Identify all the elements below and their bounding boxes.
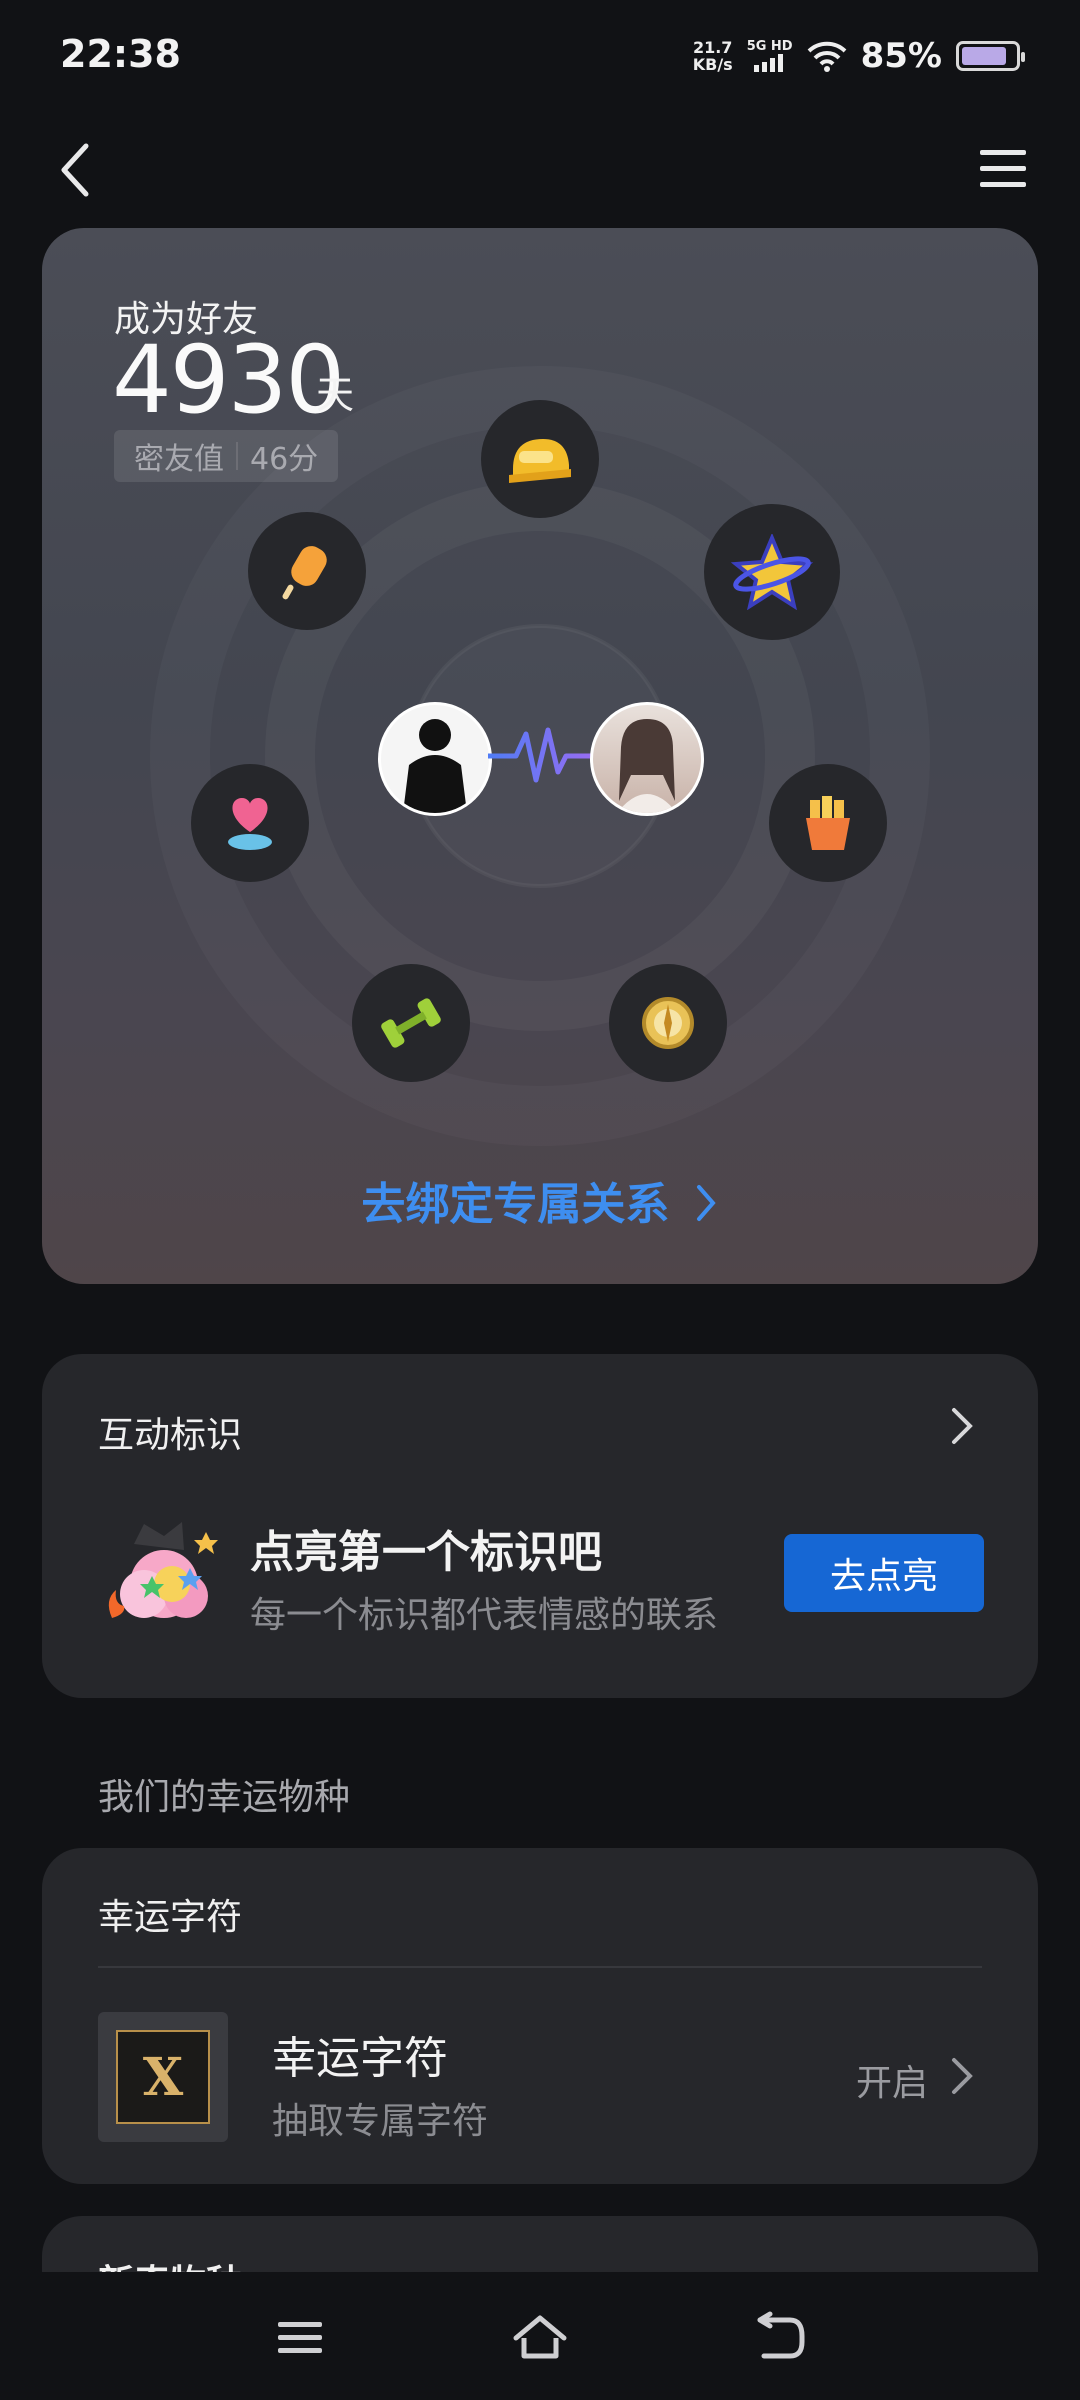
star-planet-badge[interactable] bbox=[704, 504, 840, 640]
status-time: 22:38 bbox=[60, 32, 181, 76]
helmet-badge[interactable] bbox=[481, 400, 599, 518]
star-planet-icon bbox=[730, 534, 814, 610]
divider bbox=[98, 1966, 982, 1968]
intimacy-score: 密友值 46分 bbox=[114, 430, 339, 482]
friend-avatar[interactable] bbox=[590, 702, 704, 816]
bind-relationship-link[interactable]: 去绑定专属关系 bbox=[42, 1168, 1038, 1232]
popsicle-badge[interactable] bbox=[248, 512, 366, 630]
battery-percent: 85% bbox=[860, 36, 942, 76]
charm-frame: X bbox=[116, 2030, 210, 2124]
friend-days-count: 4930 bbox=[112, 326, 345, 435]
back-nav-icon[interactable] bbox=[750, 2310, 810, 2366]
wifi-icon bbox=[807, 41, 846, 72]
interaction-title: 互动标识 bbox=[98, 1415, 243, 1456]
fries-badge[interactable] bbox=[769, 764, 887, 882]
mascot-illustration-icon bbox=[108, 1522, 218, 1618]
charm-letter: X bbox=[142, 2046, 184, 2108]
status-bar: 22:38 21.7 KB/s 5G HD 85% bbox=[0, 0, 1080, 110]
compass-badge[interactable] bbox=[609, 964, 727, 1082]
light-up-button[interactable]: 去点亮 bbox=[784, 1534, 984, 1612]
popsicle-icon bbox=[282, 546, 327, 600]
system-nav-bar bbox=[0, 2272, 1080, 2400]
fries-icon bbox=[806, 796, 850, 850]
silhouette-icon bbox=[403, 719, 467, 813]
cellular-signal-icon: 5G HD bbox=[747, 40, 793, 72]
back-arrow-icon[interactable] bbox=[52, 140, 102, 200]
my-avatar[interactable] bbox=[378, 702, 492, 816]
heartbeat-line-icon bbox=[488, 727, 596, 783]
lucky-charm-title: 幸运字符 bbox=[98, 1897, 243, 1938]
chevron-right-icon[interactable] bbox=[948, 1406, 976, 1446]
top-bar bbox=[0, 130, 1080, 210]
lucky-charm-name: 幸运字符 bbox=[272, 2033, 448, 2084]
status-icons: 21.7 KB/s 5G HD 85% bbox=[692, 36, 1025, 76]
chevron-right-icon[interactable] bbox=[948, 2056, 976, 2096]
lucky-section-label: 我们的幸运物种 bbox=[98, 1777, 351, 1818]
lucky-charm-card: 幸运字符 X 幸运字符 抽取专属字符 开启 bbox=[42, 1848, 1038, 2184]
home-icon[interactable] bbox=[510, 2310, 570, 2366]
heart-trophy-badge[interactable] bbox=[191, 764, 309, 882]
friend-days-unit: 天 bbox=[316, 373, 355, 417]
network-speed: 21.7 KB/s bbox=[692, 38, 733, 74]
interaction-headline: 点亮第一个标识吧 bbox=[250, 1527, 602, 1578]
lucky-charm-thumbnail: X bbox=[98, 2012, 228, 2142]
lucky-charm-subtitle: 抽取专属字符 bbox=[272, 2101, 489, 2142]
heart-trophy-icon bbox=[228, 798, 272, 850]
friendship-card: 成为好友 4930 天 密友值 46分 去绑定专属关系 bbox=[42, 228, 1038, 1284]
friend-photo bbox=[617, 719, 677, 813]
helmet-icon bbox=[509, 439, 571, 483]
chevron-right-icon bbox=[696, 1185, 716, 1221]
dumbbell-icon bbox=[381, 998, 441, 1048]
compass-icon bbox=[642, 997, 694, 1049]
interaction-subtitle: 每一个标识都代表情感的联系 bbox=[250, 1595, 719, 1636]
lucky-charm-open-button[interactable]: 开启 bbox=[856, 2054, 928, 2106]
recent-apps-icon[interactable] bbox=[270, 2310, 330, 2366]
menu-icon[interactable] bbox=[978, 146, 1028, 192]
interaction-card: 互动标识 点亮第一个标识吧 每一个标识都代表情感的联系 去点亮 bbox=[42, 1354, 1038, 1698]
battery-icon bbox=[956, 41, 1025, 71]
dumbbell-badge[interactable] bbox=[352, 964, 470, 1082]
